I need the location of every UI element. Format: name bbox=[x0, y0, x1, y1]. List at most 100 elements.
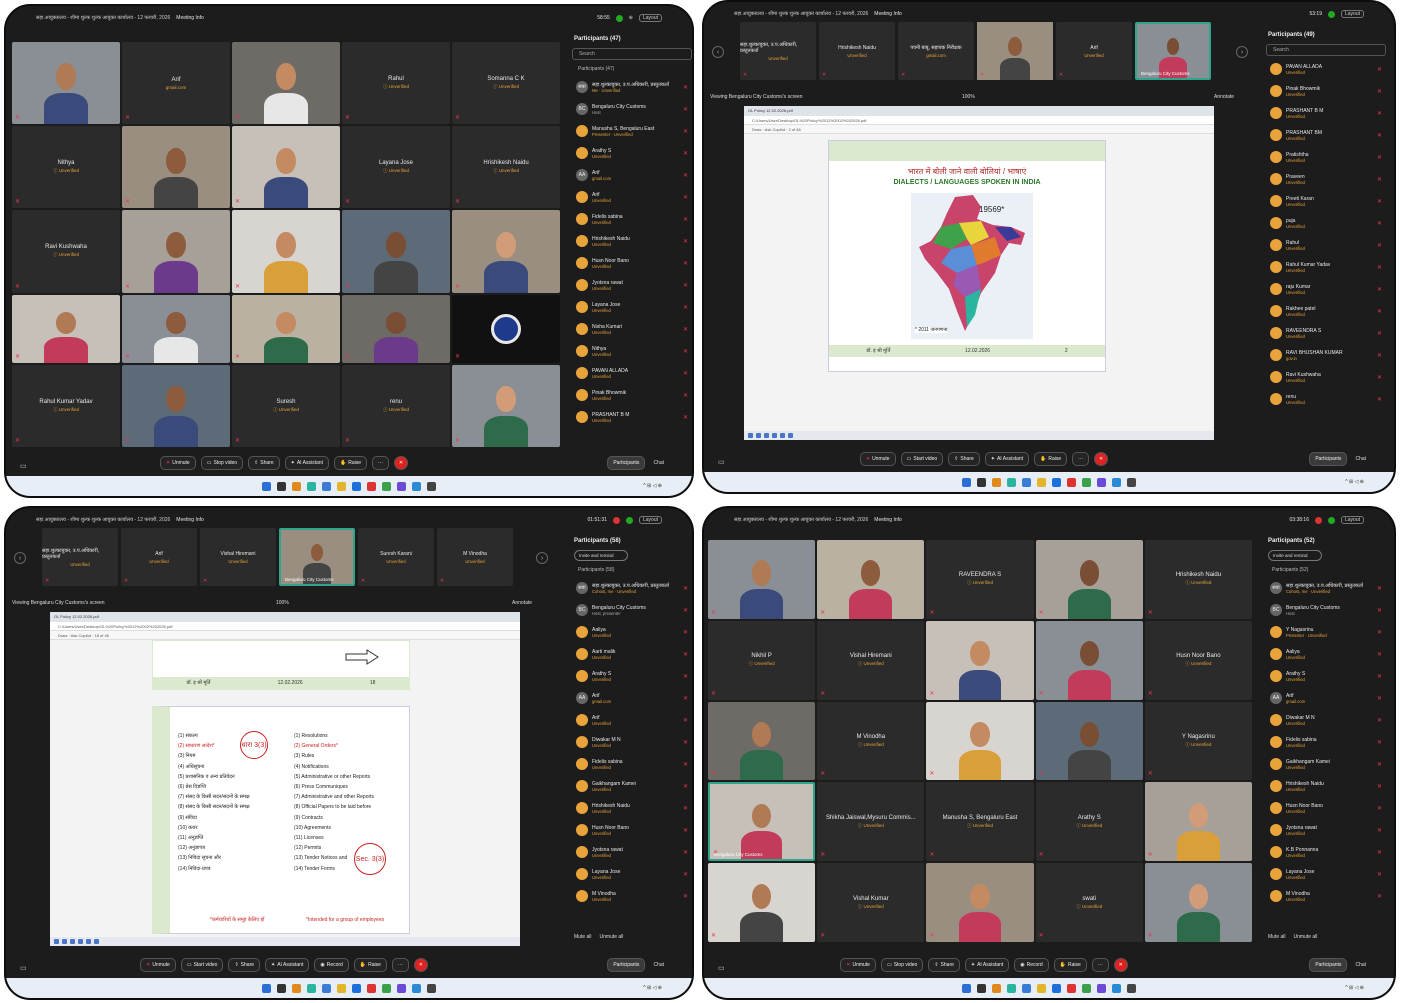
share-button[interactable]: ⇧ Share bbox=[228, 958, 261, 972]
participant-tile[interactable]: ✕ bbox=[817, 540, 925, 619]
participant-tile[interactable]: Ravi Kushwaha ⓘ Unverified ✕ bbox=[12, 210, 120, 293]
muted-mic-icon[interactable]: ✕ bbox=[1377, 739, 1382, 746]
taskbar-app-icon[interactable] bbox=[367, 481, 376, 491]
muted-mic-icon[interactable]: ✕ bbox=[683, 150, 688, 157]
participant-row[interactable]: PAVAN ALLADA Unverified ✕ bbox=[568, 362, 692, 384]
participant-row[interactable]: Aarti malik Unverified ✕ bbox=[568, 643, 692, 665]
layout-button[interactable]: Layout bbox=[638, 516, 662, 524]
prev-page-icon[interactable]: ‹ bbox=[712, 46, 724, 58]
muted-mic-icon[interactable]: ✕ bbox=[683, 348, 688, 355]
muted-mic-icon[interactable]: ✕ bbox=[1377, 761, 1382, 768]
participant-row[interactable]: Fidelis sabina Unverified ✕ bbox=[568, 208, 692, 230]
unmute-button[interactable]: ✕ Unmute bbox=[859, 452, 896, 466]
muted-mic-icon[interactable]: ✕ bbox=[683, 805, 688, 812]
leave-button[interactable]: ✕ bbox=[1094, 452, 1109, 466]
security-icon[interactable] bbox=[625, 516, 633, 524]
participant-tile[interactable]: Nithya ⓘ Unverified ✕ bbox=[12, 126, 120, 209]
participant-row[interactable]: Pratishtha Unverified ✕ bbox=[1262, 146, 1390, 168]
taskbar-app-icon[interactable] bbox=[397, 481, 406, 491]
participant-tile[interactable]: Arathy Sⓘ Unverified ✕ bbox=[1035, 782, 1143, 862]
mute-all-button[interactable]: Mute all bbox=[574, 934, 592, 940]
muted-mic-icon[interactable]: ✕ bbox=[683, 326, 688, 333]
strip-tile[interactable]: Hrishikesh Naidu Unverified ✕ bbox=[819, 22, 895, 80]
muted-mic-icon[interactable]: ✕ bbox=[1377, 154, 1382, 161]
participant-row[interactable]: सवा सहा.शुल्कायुक्त, उ.प.अधिकारी, प्रस्तु… bbox=[568, 76, 692, 98]
strip-tile[interactable]: M Vinodha Unverified ✕ bbox=[437, 528, 513, 586]
muted-mic-icon[interactable]: ✕ bbox=[1377, 352, 1382, 359]
participant-row[interactable]: AA Arif gmail.com ✕ bbox=[568, 164, 692, 186]
unmute-button[interactable]: ✕ Unmute bbox=[160, 456, 196, 470]
muted-mic-icon[interactable]: ✕ bbox=[683, 695, 688, 702]
participants-button[interactable]: Participants bbox=[1309, 452, 1348, 466]
participant-tile[interactable]: ✕ bbox=[708, 701, 816, 781]
participant-row[interactable]: Nisha Kumari Unverified ✕ bbox=[568, 318, 692, 340]
participant-row[interactable]: Arathy S Unverified ✕ bbox=[1262, 665, 1390, 687]
taskbar-app-icon[interactable] bbox=[1007, 477, 1016, 487]
taskbar-app-icon[interactable] bbox=[277, 983, 286, 993]
muted-mic-icon[interactable]: ✕ bbox=[1377, 286, 1382, 293]
view-icon[interactable]: ⊕ bbox=[629, 15, 633, 21]
layout-button[interactable]: Layout bbox=[1340, 10, 1364, 18]
taskbar-app-icon[interactable] bbox=[262, 481, 271, 491]
muted-mic-icon[interactable]: ✕ bbox=[1377, 330, 1382, 337]
participant-row[interactable]: RAVEENDRA S Unverified ✕ bbox=[1262, 322, 1390, 344]
participant-tile[interactable]: ✕ bbox=[452, 210, 560, 293]
stop-video-button[interactable]: ▭ Stop video bbox=[880, 958, 924, 972]
participant-row[interactable]: PRASHANT B M Unverified ✕ bbox=[568, 406, 692, 428]
muted-mic-icon[interactable]: ✕ bbox=[1377, 871, 1382, 878]
participant-row[interactable]: Gaikhangam Kamei Unverified ✕ bbox=[1262, 753, 1390, 775]
muted-mic-icon[interactable]: ✕ bbox=[683, 827, 688, 834]
taskbar-app-icon[interactable] bbox=[307, 983, 316, 993]
raise-button[interactable]: ✋ Raise bbox=[1034, 452, 1068, 466]
strip-tile[interactable]: Suresh Karani Unverified ✕ bbox=[358, 528, 434, 586]
next-page-icon[interactable]: › bbox=[1236, 46, 1248, 58]
start-video-button[interactable]: ▭ Start video bbox=[900, 452, 944, 466]
muted-mic-icon[interactable]: ✕ bbox=[1377, 717, 1382, 724]
participant-tile[interactable]: M Vinodha ⓘ Unverified ✕ bbox=[817, 701, 925, 781]
participant-tile[interactable]: Manusha S, Bengaluru East ⓘ Unverified ✕ bbox=[926, 782, 1034, 862]
taskbar-app-icon[interactable] bbox=[412, 481, 421, 491]
ai-assistant-button[interactable]: ✦ AI Assistant bbox=[265, 958, 310, 972]
muted-mic-icon[interactable]: ✕ bbox=[683, 673, 688, 680]
unmute-button[interactable]: ✕ Unmute bbox=[840, 958, 876, 972]
leave-button[interactable]: ✕ bbox=[394, 456, 408, 470]
participant-tile[interactable]: ✕ bbox=[12, 42, 120, 125]
muted-mic-icon[interactable]: ✕ bbox=[683, 260, 688, 267]
participant-tile[interactable]: Vishal Hiremani ⓘ Unverified ✕ bbox=[817, 620, 925, 700]
taskbar-app-icon[interactable] bbox=[322, 983, 331, 993]
participant-tile[interactable]: Suresh ⓘ Unverified ✕ bbox=[232, 364, 340, 447]
muted-mic-icon[interactable]: ✕ bbox=[1377, 176, 1382, 183]
participant-tile[interactable]: Layana Jose ⓘ Unverified ✕ bbox=[342, 126, 450, 209]
security-icon[interactable] bbox=[615, 14, 623, 22]
ai-assistant-button[interactable]: ✦ AI Assistant bbox=[984, 452, 1030, 466]
taskbar-app-icon[interactable] bbox=[352, 481, 361, 491]
chat-button[interactable]: Chat bbox=[653, 962, 664, 968]
layout-button[interactable]: Layout bbox=[638, 14, 662, 22]
muted-mic-icon[interactable]: ✕ bbox=[1377, 264, 1382, 271]
taskbar-app-icon[interactable] bbox=[382, 481, 391, 491]
participant-tile[interactable]: Rahul Kumar Yadav ⓘ Unverified ✕ bbox=[12, 364, 120, 447]
participant-row[interactable]: PAVAN ALLADA Unverified ✕ bbox=[1262, 58, 1390, 80]
participant-row[interactable]: Jyotsna rawat Unverified ✕ bbox=[568, 841, 692, 863]
muted-mic-icon[interactable]: ✕ bbox=[683, 717, 688, 724]
taskbar-app-icon[interactable] bbox=[1007, 983, 1016, 993]
participant-row[interactable]: PRASHANT BM Unverified ✕ bbox=[1262, 124, 1390, 146]
muted-mic-icon[interactable]: ✕ bbox=[1377, 629, 1382, 636]
participant-row[interactable]: Rakhee patel Unverified ✕ bbox=[1262, 300, 1390, 322]
participant-tile[interactable]: Husn Noor Bano ⓘ Unverified ✕ bbox=[1144, 620, 1252, 700]
participant-row[interactable]: Manusha S, Bengaluru East Presenter · Unv… bbox=[568, 120, 692, 142]
muted-mic-icon[interactable]: ✕ bbox=[683, 893, 688, 900]
taskbar-app-icon[interactable] bbox=[1052, 477, 1061, 487]
muted-mic-icon[interactable]: ✕ bbox=[1377, 783, 1382, 790]
participant-row[interactable]: Husn Noor Bano Unverified ✕ bbox=[568, 252, 692, 274]
annotate-button[interactable]: Annotate bbox=[1214, 94, 1234, 100]
annotate-button[interactable]: Annotate bbox=[512, 600, 532, 606]
participant-row[interactable]: Husn Noor Bano Unverified ✕ bbox=[568, 819, 692, 841]
ai-assistant-button[interactable]: ✦ AI Assistant bbox=[284, 456, 329, 470]
muted-mic-icon[interactable]: ✕ bbox=[683, 585, 688, 592]
meeting-info-link[interactable]: Meeting Info bbox=[176, 517, 204, 523]
muted-mic-icon[interactable]: ✕ bbox=[683, 607, 688, 614]
participant-row[interactable]: Hrishikesh Naidu Unverified ✕ bbox=[568, 797, 692, 819]
muted-mic-icon[interactable]: ✕ bbox=[683, 739, 688, 746]
participant-tile[interactable]: ✕ bbox=[122, 126, 230, 209]
